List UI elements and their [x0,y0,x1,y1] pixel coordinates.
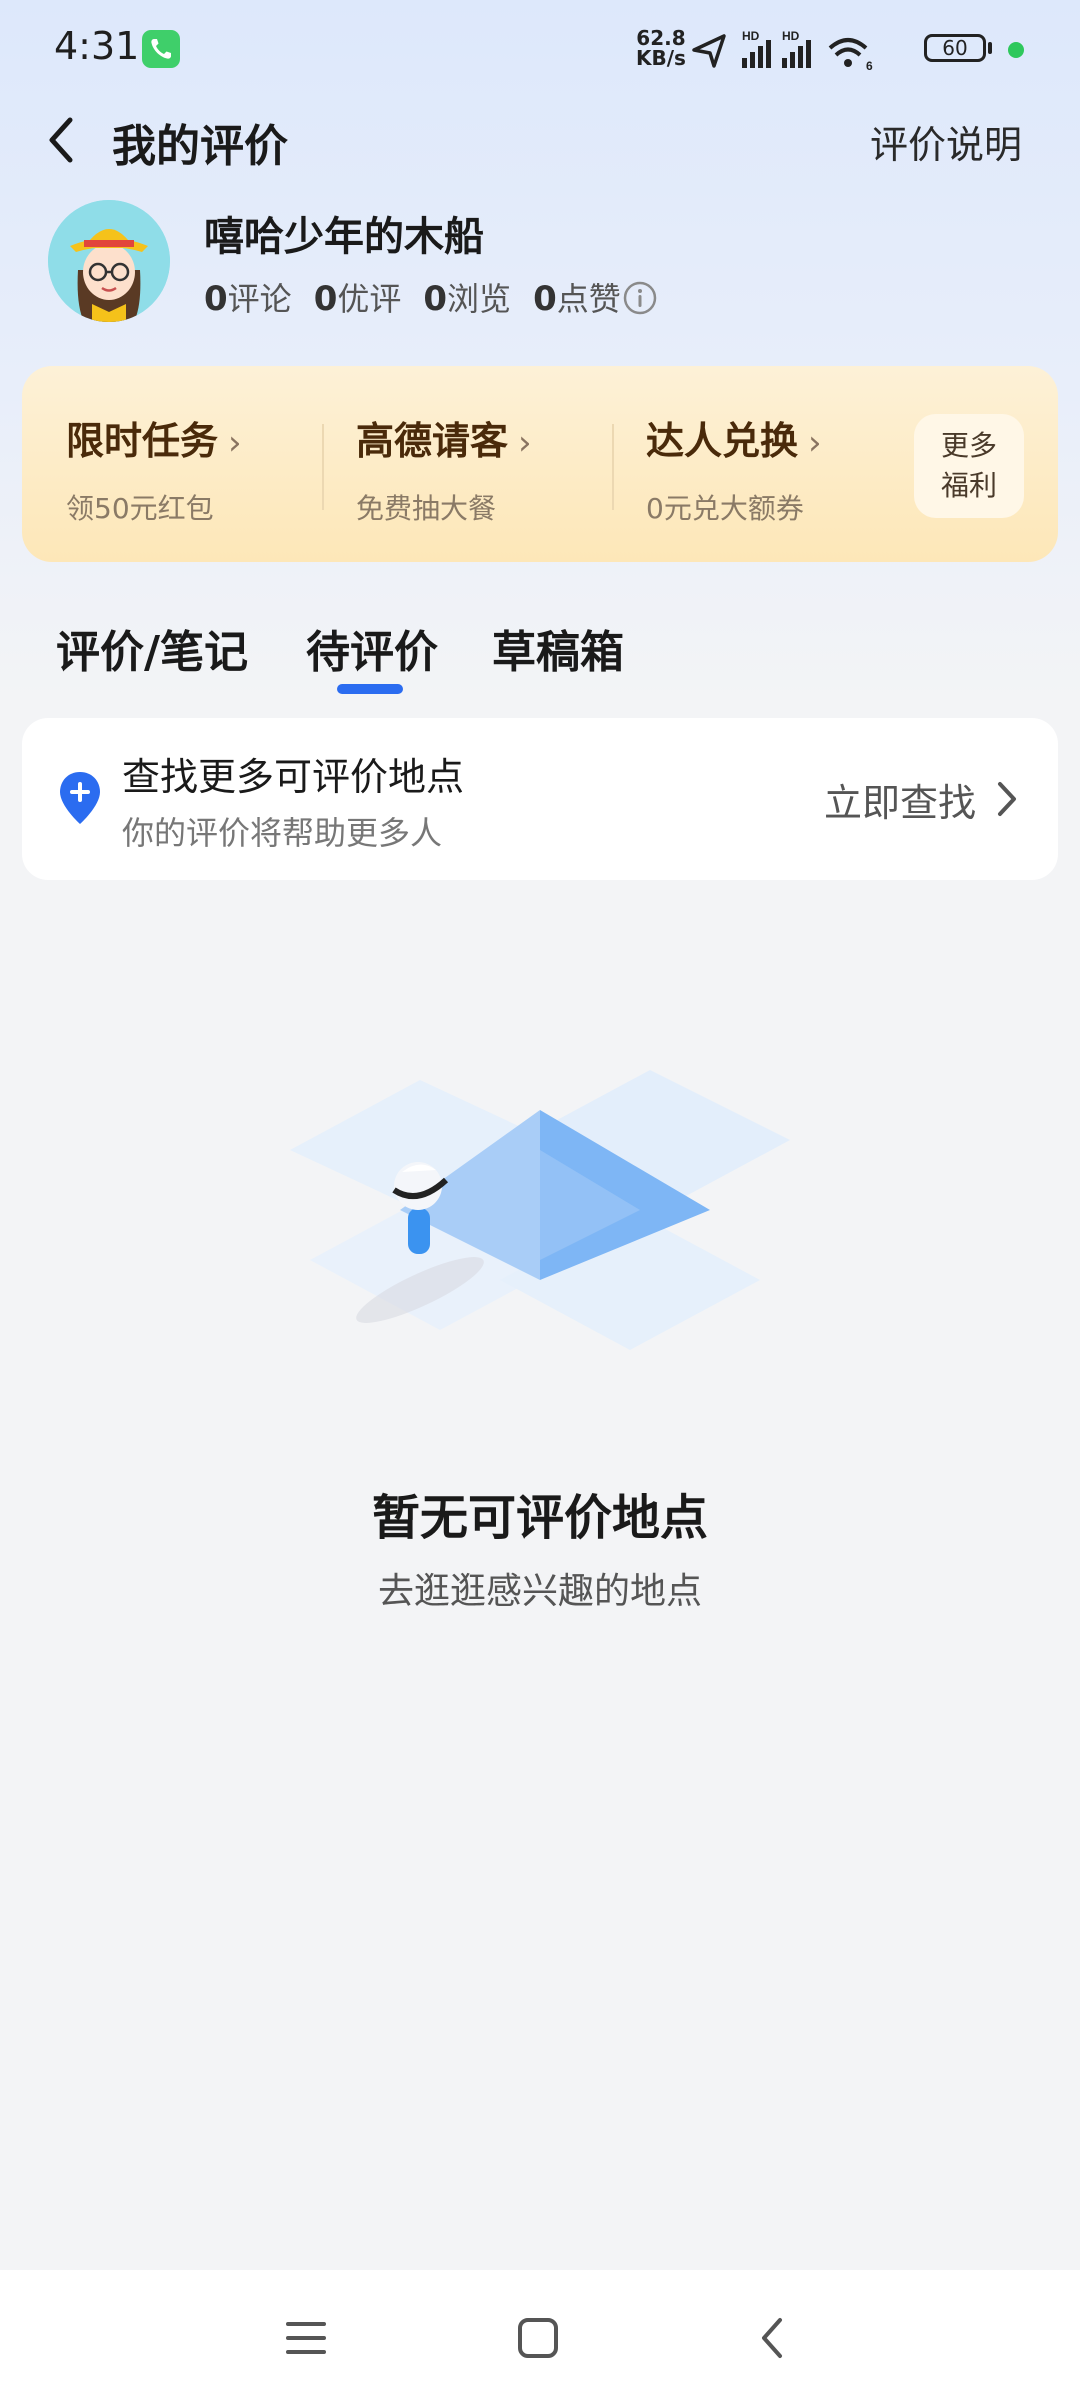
welfare-card: 限时任务 › 领50元红包 高德请客 › 免费抽大餐 达人兑换 › 0元兑大额券 更多… [22,366,1058,562]
avatar[interactable] [48,200,170,322]
welfare-expert-exchange[interactable]: 达人兑换 › 0元兑大额券 [646,410,822,527]
tab-reviews-notes[interactable]: 评价/笔记 [56,616,248,680]
welfare-limited-task[interactable]: 限时任务 › 领50元红包 [66,410,242,527]
stat-reviews-num: 0 [204,279,228,319]
empty-state-title: 暂无可评价地点 [371,1490,708,1546]
stat-reviews-label: 评论 [227,280,292,318]
chevron-right-icon: › [518,423,532,463]
page-title: 我的评价 [112,121,288,172]
stat-views: 0浏览 [423,274,511,320]
welfare-gaode-treat[interactable]: 高德请客 › 免费抽大餐 [356,410,532,527]
menu-icon[interactable] [276,2308,336,2368]
more-welfare-button[interactable]: 更多 福利 [914,414,1024,518]
welfare-subtitle: 领50元红包 [66,492,214,525]
status-bar: 4:31 62.8 KB/s HD HD 6 60 [0,0,1080,96]
network-speed-unit: KB/s [636,46,686,70]
battery-level: 60 [942,36,968,60]
svg-text:HD: HD [742,29,760,43]
empty-state-illustration [290,1070,790,1350]
chevron-right-icon: › [808,423,822,463]
status-time: 4:31 [54,24,140,68]
welfare-subtitle: 0元兑大额券 [646,492,804,525]
welfare-title-text: 限时任务 [66,419,219,463]
network-speed-value: 62.8 [636,26,686,50]
stat-good-reviews-label: 优评 [337,280,402,318]
find-card-subtitle: 你的评价将帮助更多人 [122,814,443,852]
divider [612,424,614,510]
user-stats: 0评论 0优评 0浏览 0点赞 [204,274,621,320]
svg-text:HD: HD [782,29,800,43]
chevron-right-icon [998,782,1016,816]
stat-likes-num: 0 [533,279,557,319]
signal-wifi-icons: HD HD 6 [692,29,873,72]
stat-views-num: 0 [423,279,448,319]
welfare-title: 限时任务 › [66,410,242,465]
empty-state-subtitle: 去逛逛感兴趣的地点 [377,1571,702,1612]
divider [322,424,324,510]
avatar-illustration [48,200,170,322]
active-tab-indicator [337,684,403,694]
welfare-title-text: 高德请客 [356,419,509,463]
stat-likes: 0点赞 [533,274,621,320]
find-now-button[interactable]: 立即查找 [824,772,976,827]
header-background [0,0,1080,700]
battery-icon: 60 [924,34,986,62]
review-guide-link[interactable]: 评价说明 [870,114,1022,169]
stat-views-label: 浏览 [447,280,512,318]
welfare-title-text: 达人兑换 [646,419,799,463]
svg-text:6: 6 [866,59,873,72]
user-name: 嘻哈少年的木船 [204,214,484,260]
stat-good-reviews-num: 0 [313,279,338,319]
tab-drafts[interactable]: 草稿箱 [492,616,624,680]
back-arrow-icon[interactable] [40,108,90,172]
system-nav-bar [0,2270,1080,2400]
welfare-title: 达人兑换 › [646,410,822,465]
info-icon[interactable] [622,280,658,316]
status-dot [1008,42,1024,58]
welfare-title: 高德请客 › [356,410,532,465]
find-places-card[interactable]: 查找更多可评价地点 你的评价将帮助更多人 立即查找 [22,718,1058,880]
stat-likes-label: 点赞 [556,280,621,318]
more-welfare-line2: 福利 [940,469,997,502]
stat-reviews: 0评论 [204,274,292,320]
location-pin-add-icon [60,772,100,824]
tab-pending-review[interactable]: 待评价 [306,616,438,680]
more-welfare-line1: 更多 [940,429,997,462]
network-speed: 62.8 KB/s [636,28,686,68]
phone-call-icon [142,30,180,68]
stat-good-reviews: 0优评 [314,274,402,320]
back-icon[interactable] [744,2308,804,2368]
welfare-subtitle: 免费抽大餐 [356,492,497,525]
find-card-title: 查找更多可评价地点 [122,755,465,799]
home-icon[interactable] [508,2308,568,2368]
battery-tip [988,42,992,54]
chevron-right-icon: › [228,423,242,463]
